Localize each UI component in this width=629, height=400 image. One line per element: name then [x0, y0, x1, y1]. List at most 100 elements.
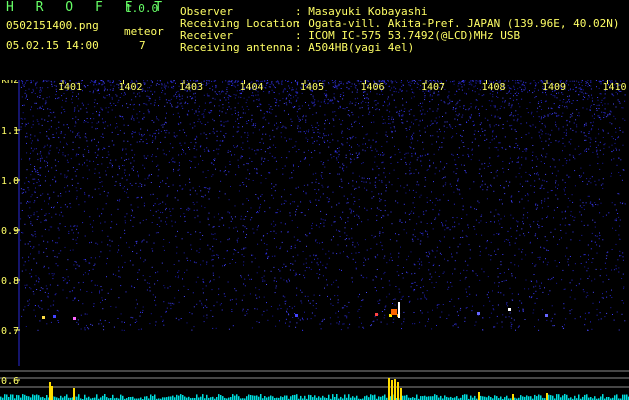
noise-dot: [515, 131, 517, 132]
noise-dot: [253, 232, 255, 234]
noise-dot: [539, 258, 541, 260]
noise-dot: [108, 154, 110, 156]
noise-dot: [561, 115, 563, 117]
noise-dot: [96, 284, 98, 286]
noise-dot: [22, 82, 23, 84]
noise-dot: [299, 240, 301, 242]
noise-dot: [347, 257, 349, 259]
noise-dot: [398, 288, 400, 290]
noise-dot: [533, 90, 535, 92]
noise-dot: [125, 153, 127, 155]
noise-dot: [519, 106, 521, 108]
noise-dot: [305, 262, 307, 264]
noise-dot: [265, 84, 267, 86]
noise-dot: [599, 168, 601, 170]
noise-dot: [228, 83, 230, 85]
noise-dot: [32, 150, 34, 152]
noise-dot: [150, 80, 152, 82]
noise-dot: [420, 113, 422, 115]
noise-dot: [125, 291, 127, 293]
noise-dot: [155, 324, 156, 326]
noise-dot: [44, 214, 46, 216]
noise-dot: [167, 86, 169, 88]
noise-dot: [571, 115, 573, 117]
noise-dot: [144, 157, 146, 159]
noise-dot: [378, 168, 380, 169]
noise-dot: [173, 303, 175, 305]
noise-dot: [163, 239, 165, 240]
noise-dot: [166, 195, 168, 197]
noise-dot: [85, 121, 87, 123]
noise-dot: [521, 198, 523, 200]
noise-dot: [231, 299, 233, 301]
noise-dot: [515, 143, 517, 144]
noise-dot: [389, 239, 391, 241]
noise-dot: [341, 187, 343, 189]
noise-dot: [289, 215, 291, 217]
noise-dot: [233, 94, 235, 96]
noise-dot: [252, 180, 254, 181]
noise-dot: [72, 141, 74, 143]
noise-dot: [438, 116, 440, 118]
noise-dot: [311, 312, 313, 314]
noise-dot: [338, 83, 340, 85]
noise-dot: [92, 268, 94, 270]
noise-dot: [167, 302, 169, 304]
noise-dot: [324, 219, 326, 221]
noise-dot: [549, 113, 551, 115]
noise-dot: [52, 275, 54, 277]
noise-dot: [167, 81, 168, 83]
noise-dot: [527, 194, 529, 196]
noise-dot: [502, 314, 504, 316]
noise-dot: [125, 159, 127, 160]
noise-dot: [177, 112, 179, 114]
noise-dot: [257, 211, 258, 213]
noise-dot: [558, 127, 560, 129]
noise-dot: [91, 291, 93, 293]
noise-dot: [148, 100, 150, 102]
noise-dot: [215, 327, 217, 329]
noise-dot: [413, 92, 415, 94]
noise-dot: [75, 120, 76, 122]
noise-dot: [162, 90, 164, 92]
noise-dot: [418, 80, 420, 81]
noise-dot: [414, 152, 416, 154]
noise-dot: [395, 91, 397, 93]
noise-dot: [602, 216, 604, 218]
noise-dot: [299, 319, 301, 321]
noise-dot: [412, 189, 414, 191]
noise-dot: [456, 252, 458, 254]
noise-dot: [584, 254, 586, 256]
noise-dot: [277, 81, 279, 83]
noise-dot: [27, 181, 29, 182]
noise-dot: [231, 259, 233, 260]
noise-dot: [456, 90, 458, 92]
noise-dot: [567, 261, 569, 263]
noise-dot: [431, 249, 433, 251]
noise-dot: [48, 213, 50, 214]
noise-dot: [303, 158, 305, 160]
noise-dot: [125, 93, 126, 95]
noise-dot: [39, 153, 41, 155]
noise-dot: [400, 246, 401, 248]
noise-dot: [615, 131, 617, 133]
noise-dot: [579, 199, 581, 201]
noise-dot: [105, 170, 107, 172]
noise-dot: [201, 195, 203, 197]
noise-dot: [98, 148, 100, 150]
noise-dot: [500, 264, 502, 266]
noise-dot: [201, 123, 203, 125]
noise-dot: [427, 311, 429, 313]
noise-dot: [481, 128, 483, 130]
noise-dot: [28, 201, 30, 203]
noise-dot: [25, 80, 27, 82]
noise-dot: [165, 132, 167, 134]
noise-dot: [600, 102, 602, 103]
noise-dot: [267, 160, 269, 161]
noise-dot: [422, 148, 424, 150]
noise-dot: [313, 254, 315, 256]
noise-dot: [489, 317, 491, 319]
noise-dot: [144, 279, 146, 281]
noise-dot: [515, 237, 517, 239]
noise-dot: [592, 121, 594, 123]
